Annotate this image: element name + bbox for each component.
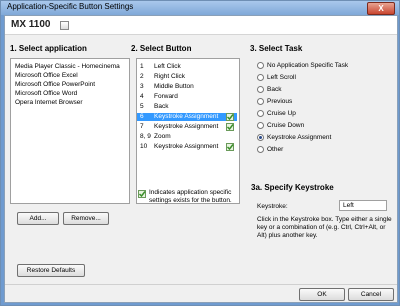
button-list-item[interactable]: 2 Right Click [137, 73, 237, 81]
app-specific-check-icon [226, 123, 234, 131]
task-option-label: No Application Specific Task [267, 62, 349, 69]
task-option-label: Left Scroll [267, 74, 296, 81]
button-label: Back [154, 103, 169, 110]
device-icon [60, 21, 69, 30]
dialog-window: Application-Specific Button Settings X M… [0, 0, 400, 306]
application-list-item[interactable]: Microsoft Office PowerPoint [15, 81, 95, 89]
button-number: 6 [140, 113, 144, 120]
app-specific-check-icon [226, 143, 234, 151]
title-bar[interactable]: Application-Specific Button Settings X [1, 1, 399, 15]
button-list-item[interactable]: 6 Keystroke Assignment [137, 113, 237, 121]
button-label: Keystroke Assignment [154, 113, 219, 120]
radio-button[interactable] [257, 74, 264, 81]
button-list-item[interactable]: 10 Keystroke Assignment [137, 143, 237, 151]
task-option-label: Cruise Down [267, 122, 305, 129]
button-label: Middle Button [154, 83, 194, 90]
section-select-task: 3. Select Task [250, 44, 303, 53]
remove-button[interactable]: Remove... [63, 212, 109, 225]
radio-button[interactable] [257, 134, 264, 141]
button-number: 2 [140, 73, 144, 80]
radio-button[interactable] [257, 62, 264, 69]
button-number: 7 [140, 123, 144, 130]
radio-button[interactable] [257, 110, 264, 117]
application-list-item[interactable]: Microsoft Office Word [15, 90, 77, 98]
section-select-application: 1. Select application [10, 44, 87, 53]
button-number: 3 [140, 83, 144, 90]
device-title: MX 1100 [11, 19, 51, 30]
radio-button[interactable] [257, 146, 264, 153]
header-strip: MX 1100 [5, 16, 397, 35]
button-number: 1 [140, 63, 144, 70]
button-list[interactable]: 1 Left Click 2 Right Click 3 Middle Button 4 Fo… [136, 58, 240, 204]
task-option-label: Keystroke Assignment [267, 134, 332, 141]
radio-button[interactable] [257, 122, 264, 129]
button-label: Right Click [154, 73, 186, 80]
restore-defaults-button[interactable]: Restore Defaults [17, 264, 85, 277]
button-label: Forward [154, 93, 178, 100]
footer-divider [5, 284, 397, 285]
keystroke-input[interactable]: Left [339, 200, 387, 211]
app-specific-check-icon [226, 113, 234, 121]
keystroke-label: Keystroke: [257, 203, 288, 210]
button-list-item[interactable]: 7 Keystroke Assignment [137, 123, 237, 131]
button-list-item[interactable]: 1 Left Click [137, 63, 237, 71]
button-number: 5 [140, 103, 144, 110]
button-label: Left Click [154, 63, 181, 70]
button-number: 10 [140, 143, 148, 150]
button-list-item[interactable]: 8, 9 Zoom [137, 133, 237, 141]
button-list-item[interactable]: 3 Middle Button [137, 83, 237, 91]
add-button[interactable]: Add... [17, 212, 59, 225]
legend-check-icon [138, 190, 146, 198]
radio-button[interactable] [257, 86, 264, 93]
button-label: Keystroke Assignment [154, 123, 219, 130]
close-button[interactable]: X [367, 2, 395, 15]
button-label: Keystroke Assignment [154, 143, 219, 150]
task-option-label: Back [267, 86, 282, 93]
dialog-body: MX 1100 1. Select application Media Play… [4, 15, 398, 303]
window-title: Application-Specific Button Settings [7, 2, 134, 11]
button-list-item[interactable]: 4 Forward [137, 93, 237, 101]
button-number: 4 [140, 93, 144, 100]
cancel-button[interactable]: Cancel [348, 288, 394, 301]
keystroke-help: Click in the Keystroke box. Type either … [257, 216, 392, 239]
legend-note: Indicates application specific settings … [149, 189, 232, 204]
radio-button[interactable] [257, 98, 264, 105]
button-list-item[interactable]: 5 Back [137, 103, 237, 111]
application-list[interactable]: Media Player Classic - Homecinema Microso… [10, 58, 130, 204]
application-list-item[interactable]: Opera Internet Browser [15, 99, 83, 107]
task-option-label: Cruise Up [267, 110, 296, 117]
button-number: 8, 9 [140, 133, 151, 140]
application-list-item[interactable]: Microsoft Office Excel [15, 72, 78, 80]
button-label: Zoom [154, 133, 171, 140]
section-select-button: 2. Select Button [131, 44, 192, 53]
section-specify-keystroke: 3a. Specify Keystroke [251, 183, 334, 192]
task-option-label: Previous [267, 98, 293, 105]
task-option-label: Other [267, 146, 284, 153]
application-list-item[interactable]: Media Player Classic - Homecinema [15, 63, 120, 71]
ok-button[interactable]: OK [299, 288, 345, 301]
